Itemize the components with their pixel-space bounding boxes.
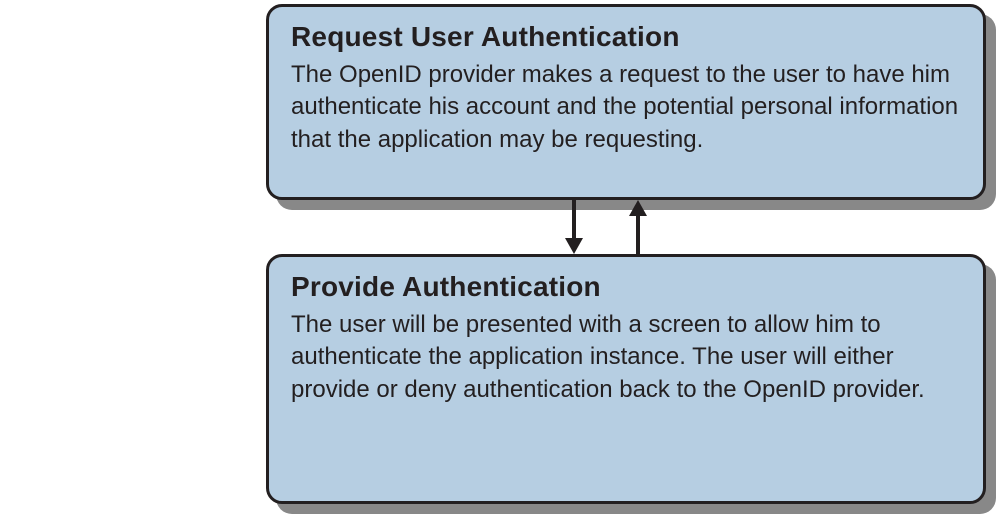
box-top-body: The OpenID provider makes a request to t… [291,59,961,156]
arrow-down-head-icon [565,238,583,254]
box-request-user-authentication: Request User Authentication The OpenID p… [266,4,986,200]
box-provide-authentication: Provide Authentication The user will be … [266,254,986,504]
box-bottom-title: Provide Authentication [291,271,961,303]
arrow-up-line [636,214,640,254]
box-bottom-body: The user will be presented with a screen… [291,309,961,406]
arrow-down-line [572,200,576,240]
arrow-up-head-icon [629,200,647,216]
box-top-title: Request User Authentication [291,21,961,53]
diagram-canvas: Request User Authentication The OpenID p… [0,0,1000,518]
